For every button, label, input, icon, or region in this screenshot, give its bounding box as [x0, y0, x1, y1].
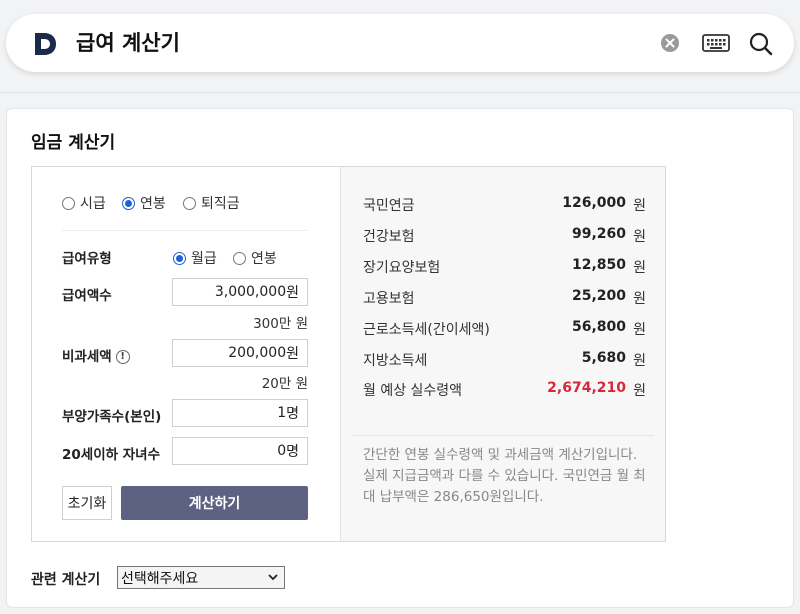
result-value: 99,260 [571, 226, 626, 242]
mode-radio-annual[interactable]: 연봉 [122, 193, 166, 213]
dependents-input[interactable] [196, 405, 287, 421]
result-unit: 원 [633, 260, 646, 276]
search-icon[interactable] [748, 31, 774, 57]
result-label: 국민연금 [363, 198, 415, 214]
chevron-down-icon [268, 574, 278, 581]
calculator-box: 시급 연봉 퇴직금 급여유형 월급 연봉 급여액수 3,000,000 원 30… [31, 166, 666, 542]
clear-search-icon[interactable] [660, 33, 680, 53]
result-unit: 원 [633, 353, 646, 369]
nontax-input-box: 원 [172, 339, 308, 367]
radio-selected-icon [122, 196, 135, 210]
children-unit: 명 [286, 444, 299, 460]
nontax-input[interactable] [196, 345, 287, 361]
result-unit: 원 [633, 291, 646, 307]
result-label: 근로소득세(간이세액) [363, 322, 490, 338]
pay-type-radio-monthly[interactable]: 월급 [173, 248, 217, 268]
result-row-net-pay: 월 예상 실수령액 2,674,210 원 [363, 380, 646, 402]
result-label: 고용보험 [363, 291, 415, 307]
nontax-label-text: 비과세액 [62, 349, 112, 365]
nontax-label: 비과세액! [62, 345, 130, 365]
keyboard-icon[interactable] [702, 33, 730, 53]
mode-radio-hourly[interactable]: 시급 [62, 193, 106, 213]
result-value: 126,000 [562, 195, 626, 211]
dependents-input-box: 명 [172, 399, 308, 427]
result-row-local-income-tax: 지방소득세 5,680 원 [363, 350, 646, 372]
radio-label: 연봉 [140, 196, 166, 212]
result-value: 12,850 [571, 257, 626, 273]
radio-label: 퇴직금 [201, 196, 240, 212]
nontax-hint: 20만 원 [261, 376, 308, 392]
info-icon[interactable]: ! [115, 350, 130, 364]
mode-radio-severance[interactable]: 퇴직금 [183, 193, 240, 213]
salary-unit: 원 [286, 285, 299, 301]
pay-type-label: 급여유형 [62, 251, 112, 267]
radio-label: 시급 [80, 196, 106, 212]
result-row-employment-insurance: 고용보험 25,200 원 [363, 288, 646, 310]
result-value: 56,800 [571, 319, 626, 335]
result-unit: 원 [633, 198, 646, 214]
radio-label: 연봉 [251, 251, 277, 267]
result-label: 건강보험 [363, 229, 415, 245]
result-row-national-pension: 국민연금 126,000 원 [363, 195, 646, 217]
reset-button[interactable]: 초기화 [62, 486, 112, 520]
result-unit: 원 [633, 383, 646, 399]
net-pay-value: 2,674,210 [547, 380, 626, 396]
nontax-unit: 원 [286, 346, 299, 362]
search-query-text[interactable]: 급여 계산기 [76, 28, 180, 58]
result-value: 25,200 [571, 288, 626, 304]
pay-type-radio-annual[interactable]: 연봉 [233, 248, 277, 268]
salary-label: 급여액수 [62, 288, 112, 304]
result-unit: 원 [633, 322, 646, 338]
result-value: 5,680 [581, 350, 626, 366]
related-calculator-select[interactable]: 선택해주세요 [117, 566, 285, 589]
result-row-income-tax: 근로소득세(간이세액) 56,800 원 [363, 319, 646, 341]
calculate-button[interactable]: 계산하기 [121, 486, 308, 520]
result-row-health-insurance: 건강보험 99,260 원 [363, 226, 646, 248]
children-input-box: 명 [172, 437, 308, 465]
wage-calculator-card: 임금 계산기 시급 연봉 퇴직금 급여유형 월급 연봉 급여액수 3,000,0… [6, 108, 794, 608]
result-unit: 원 [633, 229, 646, 245]
result-label: 월 예상 실수령액 [363, 383, 463, 399]
header-divider [0, 92, 800, 93]
daum-logo-icon[interactable] [32, 31, 58, 57]
related-calculator-label: 관련 계산기 [31, 572, 101, 588]
disclaimer-note: 간단한 연봉 실수령액 및 과세금액 계산기입니다. 실제 지급금액과 다를 수… [363, 447, 646, 505]
radio-selected-icon [173, 251, 186, 265]
radio-circle-icon [233, 251, 246, 265]
salary-input-box: 원 [172, 278, 308, 306]
radio-circle-icon [183, 196, 196, 210]
result-label: 지방소득세 [363, 353, 428, 369]
children-label: 20세이하 자녀수 [62, 447, 161, 463]
result-row-long-term-care: 장기요양보험 12,850 원 [363, 257, 646, 279]
card-title: 임금 계산기 [31, 133, 116, 153]
salary-hint: 300만 원 [253, 316, 308, 332]
radio-circle-icon [62, 196, 75, 210]
result-pane: 국민연금 126,000 원 건강보험 99,260 원 장기요양보험 12,8… [340, 167, 665, 541]
children-input[interactable] [196, 443, 287, 459]
dependents-label: 부양가족수(본인) [62, 409, 162, 425]
result-divider [353, 435, 654, 436]
section-divider [62, 230, 308, 231]
salary-input[interactable] [196, 284, 287, 300]
input-pane: 시급 연봉 퇴직금 급여유형 월급 연봉 급여액수 3,000,000 원 30… [32, 167, 340, 541]
search-bar: 급여 계산기 [6, 14, 794, 72]
dependents-unit: 명 [286, 406, 299, 422]
result-label: 장기요양보험 [363, 260, 441, 276]
radio-label: 월급 [191, 251, 217, 267]
related-select-value: 선택해주세요 [121, 570, 199, 587]
